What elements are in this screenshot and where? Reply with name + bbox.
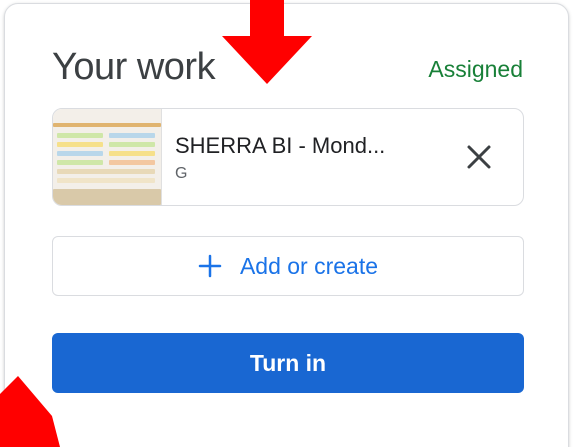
- status-label: Assigned: [428, 56, 523, 82]
- attachment-subtitle: G: [175, 165, 188, 182]
- add-or-create-label: Add or create: [239, 252, 379, 279]
- turn-in-button[interactable]: Turn in: [52, 333, 524, 393]
- red-arrow-corner-annotation: [0, 376, 60, 447]
- spreadsheet-thumbnail: [53, 109, 162, 205]
- turn-in-label: Turn in: [249, 349, 327, 376]
- remove-attachment-button[interactable]: [461, 139, 497, 175]
- attachment-title: SHERRA BI - Mond...: [175, 133, 386, 158]
- plus-icon: [198, 254, 222, 278]
- page: Your work Assigned SHERRA BI - Mond... G: [0, 0, 573, 447]
- attachment-item[interactable]: SHERRA BI - Mond... G: [52, 108, 524, 206]
- add-or-create-button[interactable]: Add or create: [52, 236, 524, 296]
- close-icon: [467, 145, 491, 169]
- card-title: Your work: [52, 46, 216, 88]
- red-arrow-annotation: [222, 0, 312, 84]
